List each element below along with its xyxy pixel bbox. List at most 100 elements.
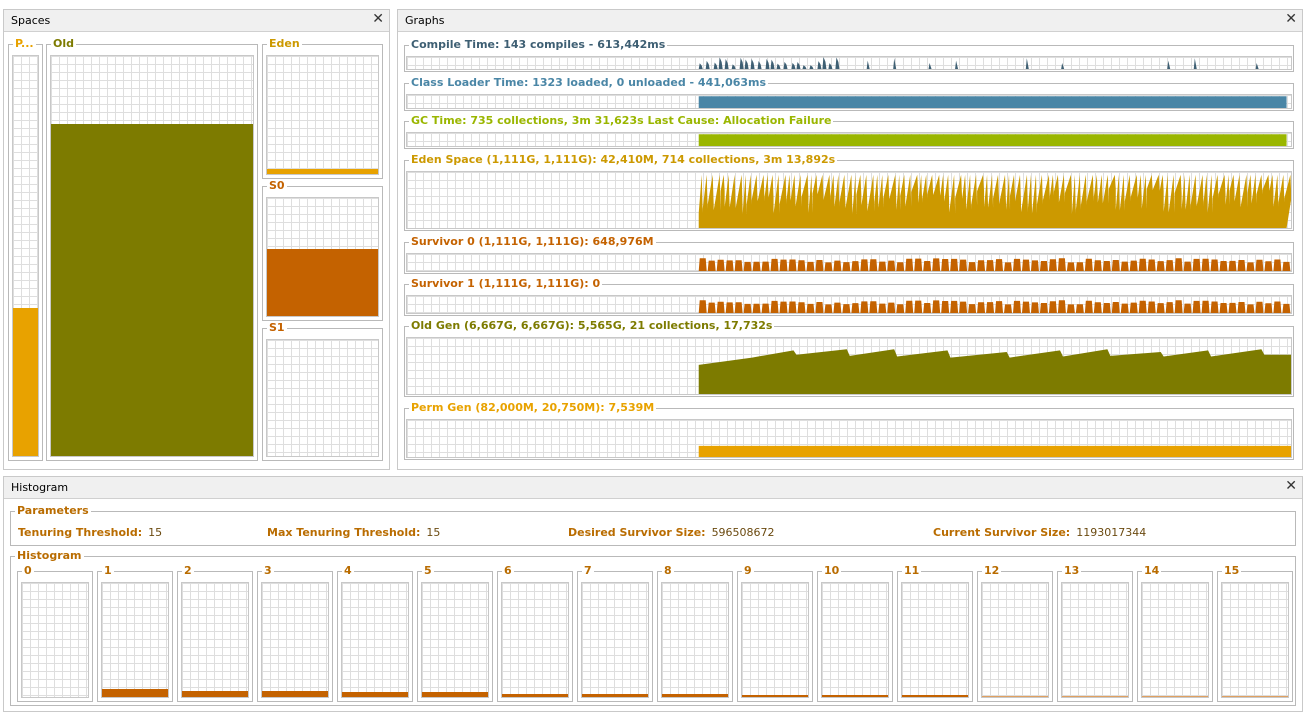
histogram-bin-11: 11 xyxy=(897,564,973,702)
graph-compile: Compile Time: 143 compiles - 613,442ms xyxy=(404,38,1294,72)
histogram-bin-6: 6 xyxy=(497,564,573,702)
graph-classloader-series xyxy=(698,96,1287,108)
old-space-fill xyxy=(51,124,253,456)
histogram-bin-fill xyxy=(822,694,888,697)
histogram-bin-grid xyxy=(1141,582,1209,698)
perm-space-label: P... xyxy=(13,37,36,51)
histogram-panel: Histogram ✕ Parameters Tenuring Threshol… xyxy=(3,476,1303,712)
histogram-bin-fill xyxy=(1142,695,1208,697)
graph-s1: Survivor 1 (1,111G, 1,111G): 0 xyxy=(404,277,1294,316)
s1-space-label: S1 xyxy=(267,321,287,335)
perm-space-grid xyxy=(12,55,39,457)
close-icon[interactable]: ✕ xyxy=(1285,478,1297,494)
s0-space-fill xyxy=(267,248,378,316)
close-icon[interactable]: ✕ xyxy=(372,11,384,27)
histogram-bin-14: 14 xyxy=(1137,564,1213,702)
histogram-bin-label: 3 xyxy=(262,564,274,578)
histogram-bin-label: 11 xyxy=(902,564,922,578)
parameters-group: Parameters Tenuring Threshold: 15 Max Ten… xyxy=(10,504,1296,546)
graph-perm-series xyxy=(698,445,1291,457)
graph-compile-label: Compile Time: 143 compiles - 613,442ms xyxy=(409,38,668,52)
histogram-bin-grid xyxy=(581,582,649,698)
param-tenuring-threshold: Tenuring Threshold: 15 xyxy=(18,526,162,539)
histogram-bin-grid xyxy=(21,582,89,698)
histogram-panel-header: Histogram ✕ xyxy=(4,477,1302,499)
graph-perm-label: Perm Gen (82,000M, 20,750M): 7,539M xyxy=(409,401,657,415)
graph-s0: Survivor 0 (1,111G, 1,111G): 648,976M xyxy=(404,235,1294,274)
histogram-bin-15: 15 xyxy=(1217,564,1293,702)
graph-eden-plot xyxy=(406,171,1292,229)
graph-compile-series xyxy=(698,57,1287,69)
s0-space-group: S0 xyxy=(262,179,383,321)
histogram-bin-label: 0 xyxy=(22,564,34,578)
histogram-bin-label: 1 xyxy=(102,564,114,578)
spaces-panel-title: Spaces xyxy=(11,14,51,27)
histogram-bin-5: 5 xyxy=(417,564,493,702)
histogram-bin-fill xyxy=(982,695,1048,697)
graph-gc-series xyxy=(698,134,1287,146)
histogram-bin-grid xyxy=(421,582,489,698)
histogram-bin-fill xyxy=(342,692,408,697)
param-value: 596508672 xyxy=(711,526,775,539)
close-icon[interactable]: ✕ xyxy=(1285,11,1297,27)
histogram-bin-label: 2 xyxy=(182,564,194,578)
s0-space-label: S0 xyxy=(267,179,287,193)
histogram-bin-label: 4 xyxy=(342,564,354,578)
graph-s0-series xyxy=(698,258,1291,271)
histogram-bin-label: 6 xyxy=(502,564,514,578)
graph-s0-label: Survivor 0 (1,111G, 1,111G): 648,976M xyxy=(409,235,656,249)
eden-space-label: Eden xyxy=(267,37,302,51)
histogram-bin-fill xyxy=(182,691,248,697)
histogram-bin-grid xyxy=(261,582,329,698)
graphs-panel: Graphs ✕ Compile Time: 143 compiles - 61… xyxy=(397,9,1303,470)
perm-space-group: P... xyxy=(8,37,43,461)
param-label: Tenuring Threshold: xyxy=(18,526,143,539)
histogram-panel-body: Parameters Tenuring Threshold: 15 Max Ten… xyxy=(4,499,1302,711)
param-desired-survivor-size: Desired Survivor Size: 596508672 xyxy=(568,526,775,539)
histogram-bin-label: 14 xyxy=(1142,564,1162,578)
histogram-bin-grid xyxy=(181,582,249,698)
histogram-bin-1: 1 xyxy=(97,564,173,702)
histogram-bin-fill xyxy=(1062,695,1128,697)
histogram-bin-grid xyxy=(1221,582,1289,698)
histogram-bin-label: 9 xyxy=(742,564,754,578)
histogram-bin-10: 10 xyxy=(817,564,893,702)
old-space-grid xyxy=(50,55,254,457)
histogram-bin-fill xyxy=(502,693,568,697)
histogram-group: Histogram 0 1 2 3 4 5 6 7 8 9 10 11 12 13 14 15 xyxy=(10,549,1296,706)
histogram-bin-fill xyxy=(662,693,728,697)
histogram-bin-fill xyxy=(902,694,968,697)
histogram-bin-2: 2 xyxy=(177,564,253,702)
graph-old-series xyxy=(698,349,1291,394)
graph-gc: GC Time: 735 collections, 3m 31,623s Las… xyxy=(404,114,1294,149)
histogram-bin-9: 9 xyxy=(737,564,813,702)
graph-eden: Eden Space (1,111G, 1,111G): 42,410M, 71… xyxy=(404,153,1294,231)
graph-eden-label: Eden Space (1,111G, 1,111G): 42,410M, 71… xyxy=(409,153,838,167)
histogram-bin-8: 8 xyxy=(657,564,733,702)
graph-s1-label: Survivor 1 (1,111G, 1,111G): 0 xyxy=(409,277,603,291)
histogram-bin-label: 7 xyxy=(582,564,594,578)
histogram-bin-7: 7 xyxy=(577,564,653,702)
graph-s1-series xyxy=(698,300,1291,313)
histogram-bin-label: 5 xyxy=(422,564,434,578)
histogram-bin-fill xyxy=(422,692,488,697)
histogram-bin-label: 13 xyxy=(1062,564,1082,578)
s0-space-grid xyxy=(266,197,379,317)
eden-space-grid xyxy=(266,55,379,175)
histogram-bin-grid xyxy=(741,582,809,698)
spaces-panel-header: Spaces ✕ xyxy=(4,10,389,32)
histogram-bin-label: 10 xyxy=(822,564,842,578)
graphs-panel-body: Compile Time: 143 compiles - 613,442ms Cl… xyxy=(398,32,1302,469)
histogram-bin-grid xyxy=(501,582,569,698)
param-value: 1193017344 xyxy=(1076,526,1147,539)
graph-gc-label: GC Time: 735 collections, 3m 31,623s Las… xyxy=(409,114,834,128)
histogram-bin-grid xyxy=(1061,582,1129,698)
histogram-label: Histogram xyxy=(15,549,84,563)
s1-space-group: S1 xyxy=(262,321,383,461)
parameters-label: Parameters xyxy=(15,504,91,518)
histogram-bin-12: 12 xyxy=(977,564,1053,702)
histogram-bin-fill xyxy=(262,691,328,697)
graph-classloader: Class Loader Time: 1323 loaded, 0 unload… xyxy=(404,76,1294,111)
histogram-bin-fill xyxy=(742,694,808,697)
graph-gc-plot xyxy=(406,132,1292,147)
